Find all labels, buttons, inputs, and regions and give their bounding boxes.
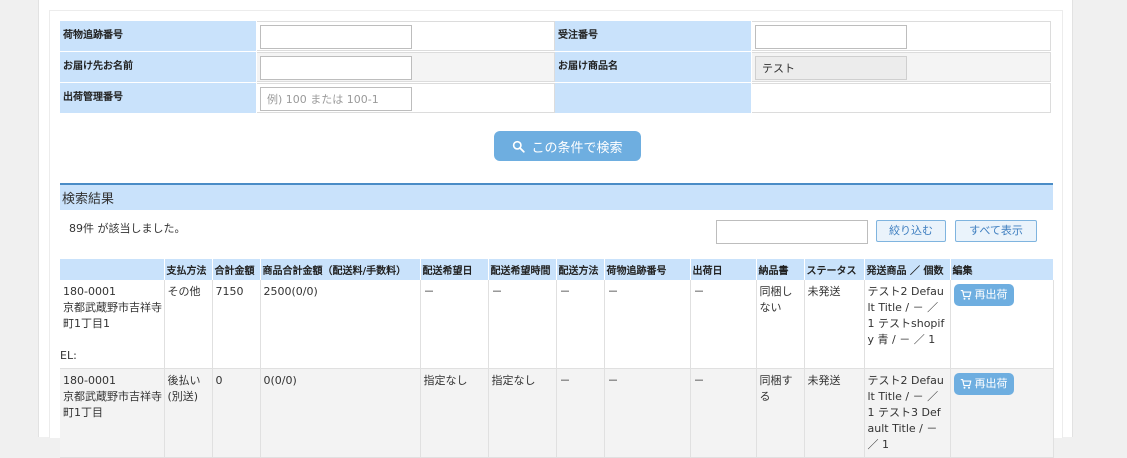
- subtotal-cell: 0(0/0): [260, 368, 421, 458]
- address-blank: [63, 332, 161, 348]
- address-cell: 180-0001 京都武蔵野市吉祥寺 町1丁目1 EL:: [60, 280, 165, 369]
- order-no-input[interactable]: [755, 25, 907, 49]
- address-cell: 180-0001 京都武蔵野市吉祥寺 町1丁目: [60, 368, 165, 458]
- col-tracking: 荷物追跡番号: [604, 259, 691, 280]
- delivery-method-cell: －: [556, 280, 605, 369]
- reship-label: 再出荷: [974, 288, 1008, 301]
- tracking-input[interactable]: [260, 25, 412, 49]
- postal-code: 180-0001: [63, 374, 116, 387]
- empty-label: [555, 83, 752, 113]
- cart-icon: [960, 289, 971, 300]
- invoice-cell: 同梱しない: [756, 280, 805, 369]
- invoice-cell: 同梱する: [756, 368, 805, 458]
- col-total: 合計金額: [212, 259, 261, 280]
- edit-cell: 再出荷: [950, 368, 1054, 458]
- address-line: 町1丁目1: [63, 317, 110, 330]
- ship-date-cell: －: [690, 280, 757, 369]
- tracking-cell: [257, 21, 555, 51]
- results-title: 検索結果: [60, 183, 1053, 210]
- ship-date-cell: －: [690, 368, 757, 458]
- col-status: ステータス: [804, 259, 865, 280]
- filter-input[interactable]: [716, 220, 868, 244]
- form-row-1: 荷物追跡番号 受注番号: [60, 21, 1053, 52]
- reship-button[interactable]: 再出荷: [953, 284, 1014, 306]
- delivery-date-cell: －: [420, 280, 489, 369]
- total-cell: 7150: [212, 280, 261, 369]
- tracking-cell: －: [604, 368, 691, 458]
- recipient-input[interactable]: [260, 56, 412, 80]
- search-container: 荷物追跡番号 受注番号 お届け先お名前 お届け商品名 テスト 出荷管理番号 例)…: [49, 10, 1063, 458]
- empty-cell: [752, 83, 1051, 113]
- recipient-label: お届け先お名前: [60, 52, 257, 82]
- table-header-row: 支払方法 合計金額 商品合計金額（配送料/手数料） 配送希望日 配送希望時間 配…: [60, 259, 1054, 280]
- products-cell: テスト2 Default Title / － ／ 1 テスト3 Default …: [864, 368, 951, 458]
- address-line: 町1丁目: [63, 406, 103, 419]
- reship-button[interactable]: 再出荷: [953, 373, 1014, 395]
- cart-icon: [960, 378, 971, 389]
- edit-cell: 再出荷: [950, 280, 1054, 369]
- main-panel: 荷物追跡番号 受注番号 お届け先お名前 お届け商品名 テスト 出荷管理番号 例)…: [38, 0, 1073, 458]
- results-table: 支払方法 合計金額 商品合計金額（配送料/手数料） 配送希望日 配送希望時間 配…: [60, 259, 1054, 458]
- col-edit: 編集: [950, 259, 1054, 280]
- delivery-time-cell: 指定なし: [488, 368, 557, 458]
- result-count: 89件 が該当しました。: [69, 222, 186, 235]
- col-payment: 支払方法: [164, 259, 213, 280]
- subtotal-cell: 2500(0/0): [260, 280, 421, 369]
- recipient-cell: [257, 52, 555, 82]
- payment-cell: その他: [164, 280, 213, 369]
- ship-mgmt-label: 出荷管理番号: [60, 83, 257, 113]
- reship-label: 再出荷: [974, 377, 1008, 390]
- col-subtotal: 商品合計金額（配送料/手数料）: [260, 259, 421, 280]
- product-input[interactable]: [755, 56, 907, 80]
- delivery-time-cell: －: [488, 280, 557, 369]
- delivery-date-cell: 指定なし: [420, 368, 489, 458]
- col-invoice: 納品書: [756, 259, 805, 280]
- total-cell: 0: [212, 368, 261, 458]
- col-delivery-date: 配送希望日: [420, 259, 489, 280]
- status-cell: 未発送: [804, 280, 865, 369]
- form-row-3: 出荷管理番号: [60, 83, 1053, 114]
- filter-button[interactable]: 絞り込む: [876, 220, 946, 242]
- form-row-2: お届け先お名前 お届け商品名: [60, 52, 1053, 83]
- search-form: 荷物追跡番号 受注番号 お届け先お名前 お届け商品名 テスト 出荷管理番号 例)…: [60, 21, 1053, 114]
- search-button-label: この条件で検索: [531, 140, 623, 156]
- search-button[interactable]: この条件で検索: [494, 131, 641, 161]
- ship-mgmt-input[interactable]: [260, 87, 412, 111]
- product-label: お届け商品名: [555, 52, 752, 82]
- table-row: 180-0001 京都武蔵野市吉祥寺 町1丁目 後払い(別送) 0 0(0/0)…: [60, 368, 1054, 458]
- tracking-cell: －: [604, 280, 691, 369]
- order-no-cell: [752, 21, 1051, 51]
- tracking-label: 荷物追跡番号: [60, 21, 257, 51]
- product-cell: [752, 52, 1051, 82]
- status-cell: 未発送: [804, 368, 865, 458]
- postal-code: 180-0001: [63, 285, 116, 298]
- order-no-label: 受注番号: [555, 21, 752, 51]
- address-line: 京都武蔵野市吉祥寺: [63, 390, 162, 403]
- phone-label: EL:: [60, 349, 77, 362]
- payment-cell: 後払い(別送): [164, 368, 213, 458]
- delivery-method-cell: －: [556, 368, 605, 458]
- search-icon: [513, 140, 526, 153]
- col-products: 発送商品 ／ 個数: [864, 259, 951, 280]
- products-cell: テスト2 Default Title / － ／ 1 テストshopify 青 …: [864, 280, 951, 369]
- table-row: 180-0001 京都武蔵野市吉祥寺 町1丁目1 EL: その他 7150 25…: [60, 280, 1054, 369]
- col-delivery-time: 配送希望時間: [488, 259, 557, 280]
- col-ship-date: 出荷日: [690, 259, 757, 280]
- col-address: [60, 259, 165, 280]
- col-delivery-method: 配送方法: [556, 259, 605, 280]
- address-line: 京都武蔵野市吉祥寺: [63, 301, 162, 314]
- ship-mgmt-cell: [257, 83, 555, 113]
- show-all-button[interactable]: すべて表示: [955, 220, 1037, 242]
